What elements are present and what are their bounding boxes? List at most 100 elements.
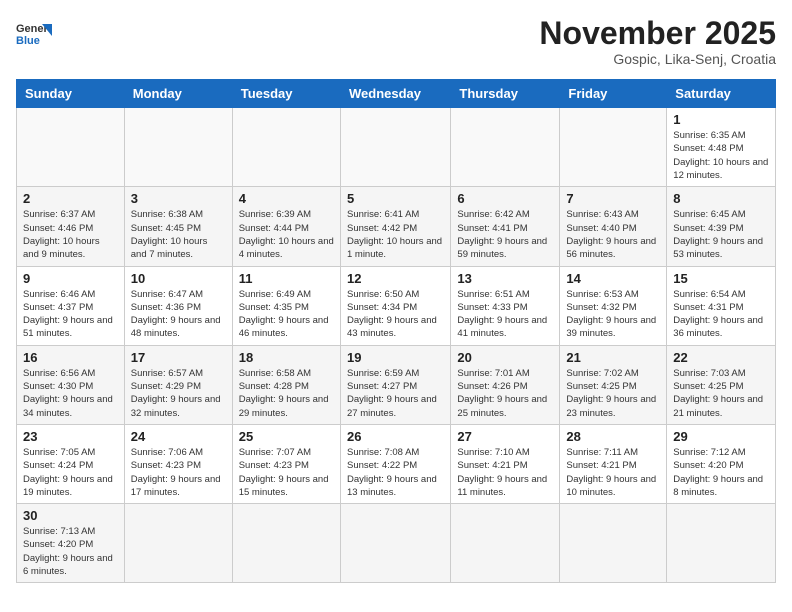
calendar-cell: 21 Sunrise: 7:02 AM Sunset: 4:25 PM Dayli… (560, 345, 667, 424)
calendar-week-row: 16 Sunrise: 6:56 AM Sunset: 4:30 PM Dayli… (17, 345, 776, 424)
calendar-cell: 11 Sunrise: 6:49 AM Sunset: 4:35 PM Dayli… (232, 266, 340, 345)
day-number: 14 (566, 271, 660, 286)
day-info: Sunrise: 7:10 AM Sunset: 4:21 PM Dayligh… (457, 446, 553, 499)
day-number: 5 (347, 191, 444, 206)
calendar-cell (17, 108, 125, 187)
weekday-header-thursday: Thursday (451, 80, 560, 108)
day-info: Sunrise: 6:51 AM Sunset: 4:33 PM Dayligh… (457, 288, 553, 341)
calendar-cell: 28 Sunrise: 7:11 AM Sunset: 4:21 PM Dayli… (560, 424, 667, 503)
day-info: Sunrise: 6:49 AM Sunset: 4:35 PM Dayligh… (239, 288, 334, 341)
calendar-week-row: 23 Sunrise: 7:05 AM Sunset: 4:24 PM Dayli… (17, 424, 776, 503)
page-header: General Blue November 2025 Gospic, Lika-… (16, 16, 776, 67)
day-number: 15 (673, 271, 769, 286)
calendar-cell: 27Sunrise: 7:10 AM Sunset: 4:21 PM Dayli… (451, 424, 560, 503)
day-number: 22 (673, 350, 769, 365)
calendar-cell (560, 504, 667, 583)
day-info: Sunrise: 7:07 AM Sunset: 4:23 PM Dayligh… (239, 446, 334, 499)
day-info: Sunrise: 6:43 AM Sunset: 4:40 PM Dayligh… (566, 208, 660, 261)
day-number: 12 (347, 271, 444, 286)
day-info: Sunrise: 6:35 AM Sunset: 4:48 PM Dayligh… (673, 129, 769, 182)
day-info: Sunrise: 6:46 AM Sunset: 4:37 PM Dayligh… (23, 288, 118, 341)
day-info: Sunrise: 7:05 AM Sunset: 4:24 PM Dayligh… (23, 446, 118, 499)
calendar-cell: 10 Sunrise: 6:47 AM Sunset: 4:36 PM Dayli… (124, 266, 232, 345)
day-number: 18 (239, 350, 334, 365)
calendar-cell (124, 504, 232, 583)
calendar-week-row: 9Sunrise: 6:46 AM Sunset: 4:37 PM Daylig… (17, 266, 776, 345)
day-number: 13 (457, 271, 553, 286)
day-number: 28 (566, 429, 660, 444)
calendar-cell: 5Sunrise: 6:41 AM Sunset: 4:42 PM Daylig… (340, 187, 450, 266)
calendar-cell: 23 Sunrise: 7:05 AM Sunset: 4:24 PM Dayli… (17, 424, 125, 503)
weekday-header-tuesday: Tuesday (232, 80, 340, 108)
day-number: 1 (673, 112, 769, 127)
day-number: 2 (23, 191, 118, 206)
weekday-header-sunday: Sunday (17, 80, 125, 108)
day-info: Sunrise: 7:13 AM Sunset: 4:20 PM Dayligh… (23, 525, 118, 578)
calendar-cell: 17 Sunrise: 6:57 AM Sunset: 4:29 PM Dayli… (124, 345, 232, 424)
calendar-cell: 16 Sunrise: 6:56 AM Sunset: 4:30 PM Dayli… (17, 345, 125, 424)
calendar-cell: 25 Sunrise: 7:07 AM Sunset: 4:23 PM Dayli… (232, 424, 340, 503)
day-number: 26 (347, 429, 444, 444)
day-info: Sunrise: 6:59 AM Sunset: 4:27 PM Dayligh… (347, 367, 444, 420)
calendar-cell (340, 108, 450, 187)
calendar-cell: 20 Sunrise: 7:01 AM Sunset: 4:26 PM Dayli… (451, 345, 560, 424)
calendar-cell: 4 Sunrise: 6:39 AM Sunset: 4:44 PM Daylig… (232, 187, 340, 266)
calendar-week-row: 2 Sunrise: 6:37 AM Sunset: 4:46 PM Daylig… (17, 187, 776, 266)
day-number: 4 (239, 191, 334, 206)
day-number: 11 (239, 271, 334, 286)
calendar-cell (667, 504, 776, 583)
calendar-cell (340, 504, 450, 583)
day-info: Sunrise: 7:08 AM Sunset: 4:22 PM Dayligh… (347, 446, 444, 499)
day-info: Sunrise: 6:47 AM Sunset: 4:36 PM Dayligh… (131, 288, 226, 341)
day-info: Sunrise: 6:57 AM Sunset: 4:29 PM Dayligh… (131, 367, 226, 420)
day-info: Sunrise: 6:56 AM Sunset: 4:30 PM Dayligh… (23, 367, 118, 420)
calendar-cell: 9Sunrise: 6:46 AM Sunset: 4:37 PM Daylig… (17, 266, 125, 345)
day-info: Sunrise: 7:02 AM Sunset: 4:25 PM Dayligh… (566, 367, 660, 420)
day-number: 7 (566, 191, 660, 206)
calendar-cell: 12 Sunrise: 6:50 AM Sunset: 4:34 PM Dayli… (340, 266, 450, 345)
calendar-cell: 22 Sunrise: 7:03 AM Sunset: 4:25 PM Dayli… (667, 345, 776, 424)
weekday-header-wednesday: Wednesday (340, 80, 450, 108)
day-info: Sunrise: 7:12 AM Sunset: 4:20 PM Dayligh… (673, 446, 769, 499)
day-info: Sunrise: 7:01 AM Sunset: 4:26 PM Dayligh… (457, 367, 553, 420)
day-number: 29 (673, 429, 769, 444)
calendar-cell: 8Sunrise: 6:45 AM Sunset: 4:39 PM Daylig… (667, 187, 776, 266)
calendar-cell: 19Sunrise: 6:59 AM Sunset: 4:27 PM Dayli… (340, 345, 450, 424)
calendar-cell (232, 504, 340, 583)
title-block: November 2025 Gospic, Lika-Senj, Croatia (539, 16, 776, 67)
calendar-cell (451, 504, 560, 583)
day-info: Sunrise: 7:03 AM Sunset: 4:25 PM Dayligh… (673, 367, 769, 420)
calendar-cell: 26 Sunrise: 7:08 AM Sunset: 4:22 PM Dayli… (340, 424, 450, 503)
calendar-cell: 30 Sunrise: 7:13 AM Sunset: 4:20 PM Dayli… (17, 504, 125, 583)
day-info: Sunrise: 6:37 AM Sunset: 4:46 PM Dayligh… (23, 208, 118, 261)
calendar-cell: 3 Sunrise: 6:38 AM Sunset: 4:45 PM Daylig… (124, 187, 232, 266)
day-info: Sunrise: 7:11 AM Sunset: 4:21 PM Dayligh… (566, 446, 660, 499)
day-number: 21 (566, 350, 660, 365)
day-number: 30 (23, 508, 118, 523)
day-number: 17 (131, 350, 226, 365)
day-info: Sunrise: 7:06 AM Sunset: 4:23 PM Dayligh… (131, 446, 226, 499)
day-number: 20 (457, 350, 553, 365)
weekday-header-monday: Monday (124, 80, 232, 108)
day-info: Sunrise: 6:45 AM Sunset: 4:39 PM Dayligh… (673, 208, 769, 261)
logo: General Blue (16, 16, 52, 52)
calendar-cell (560, 108, 667, 187)
calendar-table: SundayMondayTuesdayWednesdayThursdayFrid… (16, 79, 776, 583)
day-number: 10 (131, 271, 226, 286)
calendar-week-row: 1 Sunrise: 6:35 AM Sunset: 4:48 PM Daylig… (17, 108, 776, 187)
day-info: Sunrise: 6:58 AM Sunset: 4:28 PM Dayligh… (239, 367, 334, 420)
day-info: Sunrise: 6:54 AM Sunset: 4:31 PM Dayligh… (673, 288, 769, 341)
day-number: 3 (131, 191, 226, 206)
calendar-cell: 13 Sunrise: 6:51 AM Sunset: 4:33 PM Dayli… (451, 266, 560, 345)
day-info: Sunrise: 6:50 AM Sunset: 4:34 PM Dayligh… (347, 288, 444, 341)
calendar-cell (232, 108, 340, 187)
day-number: 23 (23, 429, 118, 444)
calendar-cell: 14Sunrise: 6:53 AM Sunset: 4:32 PM Dayli… (560, 266, 667, 345)
day-info: Sunrise: 6:38 AM Sunset: 4:45 PM Dayligh… (131, 208, 226, 261)
svg-text:Blue: Blue (16, 35, 40, 47)
logo-icon: General Blue (16, 16, 52, 52)
weekday-header-saturday: Saturday (667, 80, 776, 108)
day-number: 16 (23, 350, 118, 365)
day-info: Sunrise: 6:39 AM Sunset: 4:44 PM Dayligh… (239, 208, 334, 261)
day-number: 25 (239, 429, 334, 444)
